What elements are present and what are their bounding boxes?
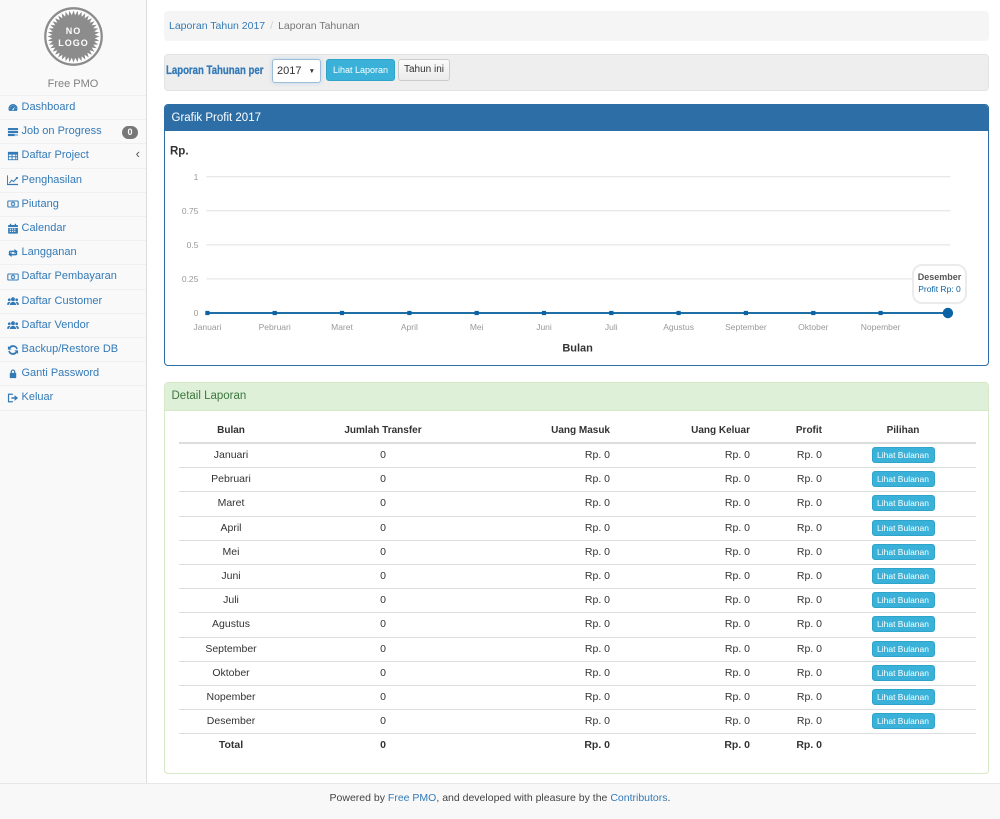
svg-text:April: April (401, 322, 418, 332)
svg-text:1: 1 (194, 172, 199, 182)
svg-text:Juli: Juli (605, 322, 618, 332)
svg-text:Maret: Maret (331, 322, 353, 332)
svg-text:Oktober: Oktober (798, 322, 828, 332)
svg-text:0.75: 0.75 (182, 206, 199, 216)
svg-text:Nopember: Nopember (861, 322, 901, 332)
svg-text:Bulan: Bulan (562, 343, 593, 355)
svg-text:NO: NO (65, 26, 81, 36)
svg-text:Rp.: Rp. (170, 146, 189, 158)
svg-text:Januari: Januari (193, 322, 221, 332)
svg-text:Mei: Mei (470, 322, 484, 332)
svg-text:Pebruari: Pebruari (259, 322, 291, 332)
svg-text:LOGO: LOGO (58, 38, 89, 48)
svg-text:Juni: Juni (536, 322, 552, 332)
svg-text:0.5: 0.5 (187, 240, 199, 250)
svg-text:Agustus: Agustus (663, 322, 694, 332)
svg-text:0: 0 (194, 308, 199, 318)
svg-text:September: September (725, 322, 767, 332)
svg-text:0.25: 0.25 (182, 274, 199, 284)
